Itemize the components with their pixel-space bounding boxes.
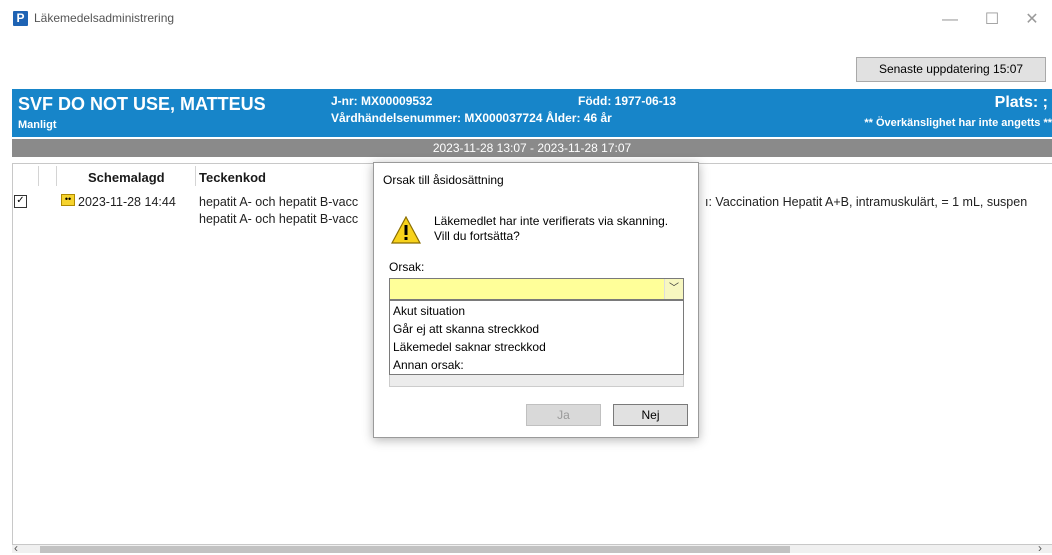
column-separator bbox=[38, 166, 39, 186]
patient-name: SVF DO NOT USE, MATTEUS bbox=[18, 94, 266, 114]
column-header-teckenkod[interactable]: Teckenkod bbox=[199, 170, 266, 185]
app-logo-icon: P bbox=[13, 11, 28, 26]
location: Plats: ; bbox=[994, 94, 1048, 111]
minimize-button[interactable]: — bbox=[930, 6, 970, 34]
chevron-down-icon[interactable]: ﹀ bbox=[664, 279, 683, 299]
column-header-schemalagd[interactable]: Schemalagd bbox=[88, 170, 165, 185]
patient-header: SVF DO NOT USE, MATTEUS Manligt J-nr: MX… bbox=[12, 89, 1052, 137]
patient-gender: Manligt bbox=[18, 119, 57, 131]
no-button[interactable]: Nej bbox=[613, 404, 688, 426]
update-button[interactable]: Senaste uppdatering 15:07 bbox=[856, 57, 1046, 82]
dialog-message: Läkemedlet har inte verifierats via skan… bbox=[434, 214, 669, 228]
other-reason-field bbox=[389, 375, 684, 387]
reason-select[interactable]: ﹀ bbox=[389, 278, 684, 300]
option-akut-situation[interactable]: Akut situation bbox=[393, 304, 465, 318]
warning-icon bbox=[391, 216, 421, 244]
column-separator bbox=[195, 166, 196, 186]
reason-label: Orsak: bbox=[389, 260, 425, 274]
maximize-button[interactable]: ☐ bbox=[972, 6, 1012, 34]
journal-number: J-nr: MX00009532 bbox=[331, 94, 433, 108]
override-reason-dialog: Orsak till åsidosättning Läkemedlet har … bbox=[373, 162, 699, 438]
row-teckenkod: hepatit A- och hepatit B-vacc bbox=[199, 195, 359, 209]
row-checkbox[interactable]: ✓ bbox=[14, 195, 27, 208]
close-button[interactable]: ✕ bbox=[1012, 6, 1052, 34]
reason-dropdown-list: Akut situation Går ej att skanna streckk… bbox=[389, 300, 684, 375]
window-title: Läkemedelsadministrering bbox=[34, 11, 175, 25]
care-episode-number: Vårdhändelsenummer: MX000037724 Ålder: 4… bbox=[331, 111, 612, 125]
row-time: 2023-11-28 14:44 bbox=[78, 195, 176, 209]
option-annan-orsak[interactable]: Annan orsak: bbox=[393, 358, 464, 372]
dialog-title: Orsak till åsidosättning bbox=[383, 173, 504, 187]
scheduled-status-icon: •• bbox=[61, 194, 75, 206]
row-description: ı: Vaccination Hepatit A+B, intramuskulä… bbox=[705, 195, 1028, 209]
date-range-bar: 2023-11-28 13:07 - 2023-11-28 17:07 bbox=[12, 139, 1052, 157]
yes-button[interactable]: Ja bbox=[526, 404, 601, 426]
birth-date: Född: 1977-06-13 bbox=[578, 94, 677, 108]
option-saknar-streckkod[interactable]: Läkemedel saknar streckkod bbox=[393, 340, 546, 354]
scrollbar-thumb[interactable] bbox=[40, 546, 790, 553]
option-gar-ej-skanna[interactable]: Går ej att skanna streckkod bbox=[393, 322, 539, 336]
row-teckenkod: hepatit A- och hepatit B-vacc bbox=[199, 212, 359, 226]
allergy-notice: ** Överkänslighet har inte angetts ** bbox=[864, 117, 1052, 129]
dialog-question: Vill du fortsätta? bbox=[434, 229, 520, 243]
column-separator bbox=[56, 166, 57, 186]
